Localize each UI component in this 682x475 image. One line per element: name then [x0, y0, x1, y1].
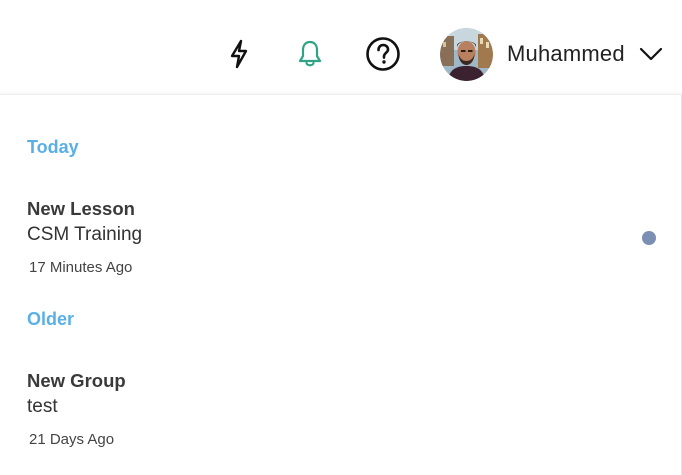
user-name: Muhammed: [507, 41, 625, 66]
notification-body: test: [27, 396, 58, 417]
section-label-today: Today: [27, 137, 79, 157]
notification-title: New Lesson: [27, 198, 135, 219]
user-menu-toggle[interactable]: [639, 41, 665, 67]
notifications-panel: Today New Lesson CSM Training 17 Minutes…: [0, 94, 682, 475]
avatar-image: [440, 27, 493, 81]
avatar[interactable]: [440, 27, 493, 81]
top-bar: Muhammed: [0, 0, 682, 94]
notification-time: 21 Days Ago: [29, 431, 115, 448]
section-label-older: Older: [27, 309, 75, 329]
notification-title: New Group: [27, 370, 126, 391]
help-icon: [366, 37, 400, 71]
notification-item[interactable]: New Lesson CSM Training 17 Minutes Ago: [0, 195, 680, 285]
unread-indicator: [642, 231, 656, 245]
notifications-button[interactable]: [292, 36, 328, 72]
bolt-icon: [230, 39, 248, 69]
bell-icon: [298, 40, 322, 67]
notification-item[interactable]: New Group test 21 Days Ago: [0, 367, 680, 457]
notification-body: CSM Training: [27, 224, 143, 245]
quick-actions-button[interactable]: [222, 36, 256, 72]
chevron-down-icon: [639, 47, 662, 61]
notification-time: 17 Minutes Ago: [29, 259, 133, 276]
user-menu[interactable]: Muhammed: [438, 26, 674, 82]
help-button[interactable]: [364, 35, 402, 73]
